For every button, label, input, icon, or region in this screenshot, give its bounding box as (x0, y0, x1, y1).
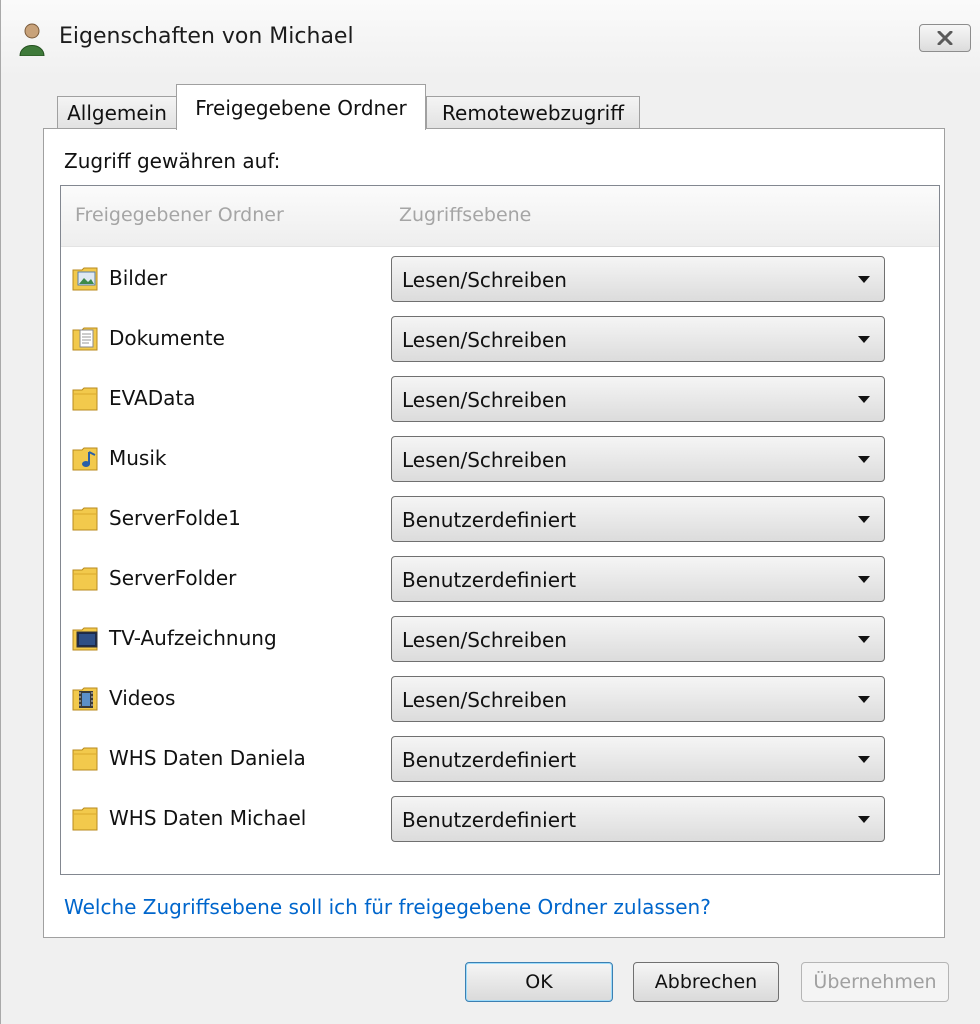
folder-name: EVAData (109, 386, 196, 410)
button-label: Übernehmen (813, 971, 937, 993)
folder-name: Bilder (109, 266, 168, 290)
access-level-select[interactable]: Lesen/Schreiben (391, 256, 885, 302)
select-value: Benutzerdefiniert (402, 808, 577, 832)
access-level-select[interactable]: Lesen/Schreiben (391, 436, 885, 482)
window-title: Eigenschaften von Michael (59, 24, 354, 49)
chevron-down-icon (858, 576, 870, 583)
list-item: TV-Aufzeichnung Lesen/Schreiben (61, 612, 939, 672)
button-label: OK (525, 971, 553, 993)
access-level-select[interactable]: Lesen/Schreiben (391, 376, 885, 422)
list-item: ServerFolde1 Benutzerdefiniert (61, 492, 939, 552)
chevron-down-icon (858, 696, 870, 703)
tab-freigegebene-ordner[interactable]: Freigegebene Ordner (176, 84, 426, 130)
folder-name: ServerFolde1 (109, 506, 241, 530)
access-level-select[interactable]: Benutzerdefiniert (391, 556, 885, 602)
folder-icon (72, 567, 98, 591)
access-level-select[interactable]: Benutzerdefiniert (391, 496, 885, 542)
column-header-folder: Freigegebener Ordner (75, 204, 284, 226)
shared-folders-panel: Zugriff gewähren auf: Freigegebener Ordn… (43, 128, 945, 938)
folder-icon (72, 507, 98, 531)
select-value: Lesen/Schreiben (402, 328, 567, 352)
select-value: Lesen/Schreiben (402, 688, 567, 712)
chevron-down-icon (858, 336, 870, 343)
list-item: Dokumente Lesen/Schreiben (61, 312, 939, 372)
grant-access-label: Zugriff gewähren auf: (64, 149, 281, 173)
user-icon (19, 23, 45, 56)
tab-remotewebzugriff[interactable]: Remotewebzugriff (426, 96, 640, 128)
chevron-down-icon (858, 756, 870, 763)
select-value: Lesen/Schreiben (402, 448, 567, 472)
access-level-select[interactable]: Benutzerdefiniert (391, 736, 885, 782)
access-level-help-link[interactable]: Welche Zugriffsebene soll ich für freige… (64, 895, 711, 919)
select-value: Lesen/Schreiben (402, 628, 567, 652)
ok-button[interactable]: OK (465, 962, 613, 1002)
chevron-down-icon (858, 516, 870, 523)
properties-dialog: Eigenschaften von Michael Allgemein Frei… (0, 0, 980, 1024)
select-value: Benutzerdefiniert (402, 508, 577, 532)
access-level-select[interactable]: Lesen/Schreiben (391, 676, 885, 722)
list-item: Musik Lesen/Schreiben (61, 432, 939, 492)
list-item: ServerFolder Benutzerdefiniert (61, 552, 939, 612)
list-item: Videos Lesen/Schreiben (61, 672, 939, 732)
folder-music-icon (72, 447, 98, 471)
list-item: WHS Daten Michael Benutzerdefiniert (61, 792, 939, 852)
column-header-access: Zugriffsebene (399, 204, 532, 226)
folder-videos-icon (72, 687, 98, 711)
access-level-select[interactable]: Lesen/Schreiben (391, 616, 885, 662)
title-bar: Eigenschaften von Michael (1, 0, 980, 78)
folder-name: Videos (109, 686, 176, 710)
list-header: Freigegebener Ordner Zugriffsebene (61, 186, 939, 247)
chevron-down-icon (858, 636, 870, 643)
shared-folder-list: Freigegebener Ordner Zugriffsebene Bilde… (60, 185, 940, 875)
select-value: Lesen/Schreiben (402, 388, 567, 412)
folder-icon (72, 747, 98, 771)
folder-pictures-icon (72, 267, 98, 291)
button-label: Abbrechen (654, 971, 758, 993)
select-value: Benutzerdefiniert (402, 568, 577, 592)
chevron-down-icon (858, 816, 870, 823)
access-level-select[interactable]: Benutzerdefiniert (391, 796, 885, 842)
access-level-select[interactable]: Lesen/Schreiben (391, 316, 885, 362)
folder-name: TV-Aufzeichnung (109, 626, 277, 650)
tab-strip: Allgemein Freigegebene Ordner Remotewebz… (45, 84, 945, 130)
folder-icon (72, 807, 98, 831)
folder-name: WHS Daten Michael (109, 806, 307, 830)
folder-icon (72, 387, 98, 411)
tab-label: Remotewebzugriff (442, 100, 624, 125)
folder-name: WHS Daten Daniela (109, 746, 306, 770)
folder-name: Dokumente (109, 326, 225, 350)
list-item: EVAData Lesen/Schreiben (61, 372, 939, 432)
close-button[interactable] (919, 24, 971, 52)
apply-button: Übernehmen (801, 962, 949, 1002)
select-value: Lesen/Schreiben (402, 268, 567, 292)
tab-label: Freigegebene Ordner (195, 95, 407, 120)
chevron-down-icon (858, 456, 870, 463)
tab-allgemein[interactable]: Allgemein (57, 96, 177, 128)
chevron-down-icon (858, 396, 870, 403)
cancel-button[interactable]: Abbrechen (633, 962, 779, 1002)
list-item: WHS Daten Daniela Benutzerdefiniert (61, 732, 939, 792)
tab-label: Allgemein (67, 100, 167, 125)
close-icon (937, 31, 953, 45)
folder-name: Musik (109, 446, 167, 470)
folder-tv-icon (72, 627, 98, 651)
select-value: Benutzerdefiniert (402, 748, 577, 772)
folder-name: ServerFolder (109, 566, 237, 590)
chevron-down-icon (858, 276, 870, 283)
list-item: Bilder Lesen/Schreiben (61, 252, 939, 312)
folder-documents-icon (72, 327, 98, 351)
